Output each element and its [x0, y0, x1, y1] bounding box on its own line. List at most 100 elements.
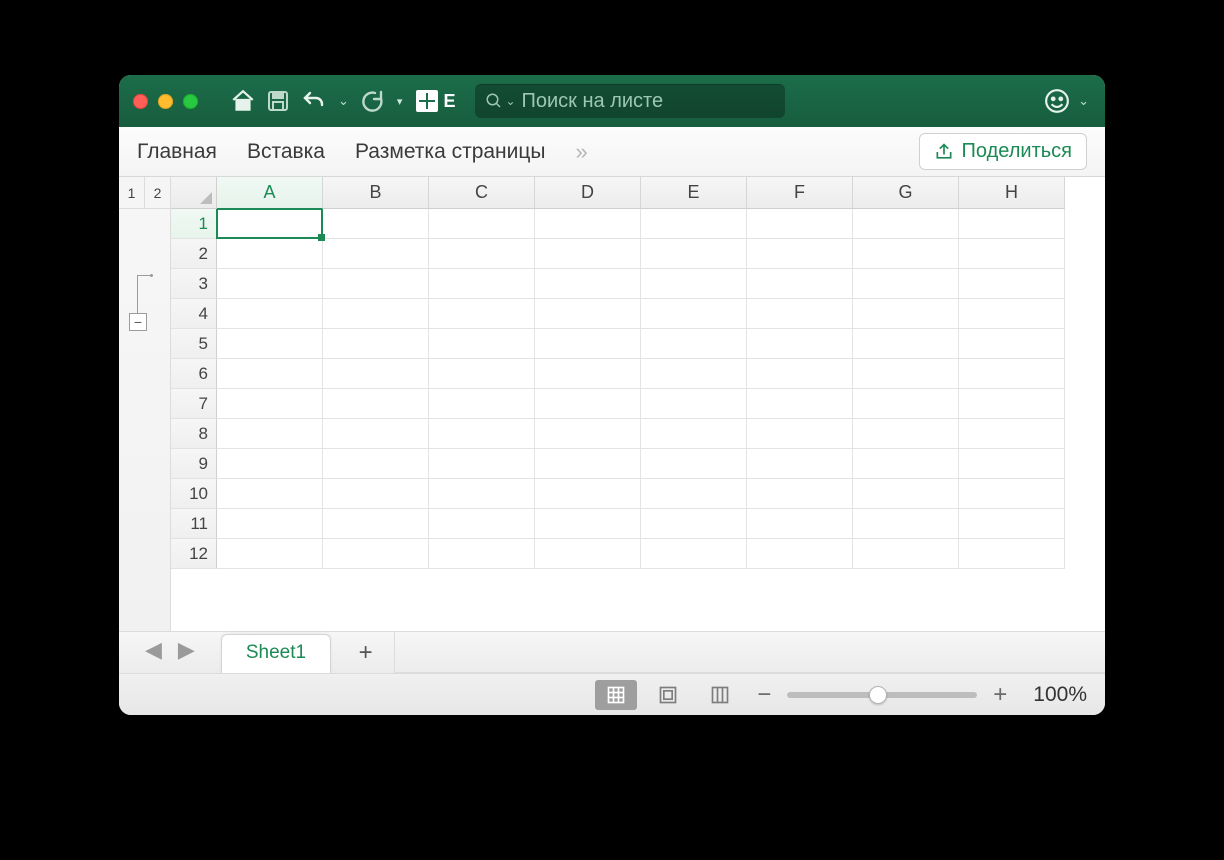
cell-H8[interactable] [959, 419, 1065, 449]
ribbon-tab-layout[interactable]: Разметка страницы [355, 140, 546, 164]
cell-E5[interactable] [641, 329, 747, 359]
column-header-G[interactable]: G [853, 177, 959, 209]
cell-B12[interactable] [323, 539, 429, 569]
zoom-in-button[interactable]: + [987, 681, 1013, 709]
cell-H11[interactable] [959, 509, 1065, 539]
cell-D12[interactable] [535, 539, 641, 569]
column-header-A[interactable]: A [217, 177, 323, 209]
cell-E3[interactable] [641, 269, 747, 299]
cell-E8[interactable] [641, 419, 747, 449]
cell-H3[interactable] [959, 269, 1065, 299]
cell-C8[interactable] [429, 419, 535, 449]
cell-D7[interactable] [535, 389, 641, 419]
cell-F9[interactable] [747, 449, 853, 479]
cell-F6[interactable] [747, 359, 853, 389]
row-header-11[interactable]: 11 [171, 509, 217, 539]
row-header-10[interactable]: 10 [171, 479, 217, 509]
cell-G3[interactable] [853, 269, 959, 299]
cell-F7[interactable] [747, 389, 853, 419]
cell-E11[interactable] [641, 509, 747, 539]
cell-G4[interactable] [853, 299, 959, 329]
row-header-4[interactable]: 4 [171, 299, 217, 329]
cell-G9[interactable] [853, 449, 959, 479]
view-page-break-button[interactable] [699, 680, 741, 710]
cell-C5[interactable] [429, 329, 535, 359]
cell-B8[interactable] [323, 419, 429, 449]
redo-icon[interactable] [361, 85, 385, 117]
ribbon-tab-insert[interactable]: Вставка [247, 140, 325, 164]
fullscreen-window-button[interactable] [183, 94, 198, 109]
cell-H12[interactable] [959, 539, 1065, 569]
cell-A3[interactable] [217, 269, 323, 299]
cell-G6[interactable] [853, 359, 959, 389]
row-header-6[interactable]: 6 [171, 359, 217, 389]
cell-A6[interactable] [217, 359, 323, 389]
column-header-B[interactable]: B [323, 177, 429, 209]
undo-icon[interactable] [300, 85, 326, 117]
view-normal-button[interactable] [595, 680, 637, 710]
cell-C2[interactable] [429, 239, 535, 269]
cell-B7[interactable] [323, 389, 429, 419]
cell-F12[interactable] [747, 539, 853, 569]
cell-E6[interactable] [641, 359, 747, 389]
cell-D1[interactable] [535, 209, 641, 239]
column-header-H[interactable]: H [959, 177, 1065, 209]
row-header-3[interactable]: 3 [171, 269, 217, 299]
sheet-nav-prev[interactable]: ◀ [137, 637, 170, 673]
cell-C11[interactable] [429, 509, 535, 539]
feedback-smiley-icon[interactable] [1044, 85, 1070, 117]
cell-C12[interactable] [429, 539, 535, 569]
cell-D9[interactable] [535, 449, 641, 479]
row-header-12[interactable]: 12 [171, 539, 217, 569]
sheet-tab-active[interactable]: Sheet1 [221, 634, 331, 673]
sheet-nav-next[interactable]: ▶ [170, 637, 203, 673]
cell-H2[interactable] [959, 239, 1065, 269]
cell-D8[interactable] [535, 419, 641, 449]
cell-G12[interactable] [853, 539, 959, 569]
share-button[interactable]: Поделиться [919, 133, 1087, 170]
cell-A5[interactable] [217, 329, 323, 359]
cell-B4[interactable] [323, 299, 429, 329]
cell-D11[interactable] [535, 509, 641, 539]
cell-A11[interactable] [217, 509, 323, 539]
cell-F3[interactable] [747, 269, 853, 299]
search-input[interactable] [522, 90, 787, 113]
cell-E1[interactable] [641, 209, 747, 239]
cell-B3[interactable] [323, 269, 429, 299]
cell-F4[interactable] [747, 299, 853, 329]
cell-C3[interactable] [429, 269, 535, 299]
column-header-C[interactable]: C [429, 177, 535, 209]
cell-E12[interactable] [641, 539, 747, 569]
cell-A10[interactable] [217, 479, 323, 509]
cell-E7[interactable] [641, 389, 747, 419]
sheet-search[interactable]: ⌄ [475, 84, 785, 118]
cell-D4[interactable] [535, 299, 641, 329]
cell-D6[interactable] [535, 359, 641, 389]
cell-D3[interactable] [535, 269, 641, 299]
home-icon[interactable] [230, 85, 256, 117]
view-page-layout-button[interactable] [647, 680, 689, 710]
cell-A4[interactable] [217, 299, 323, 329]
cell-G7[interactable] [853, 389, 959, 419]
zoom-slider-thumb[interactable] [869, 686, 887, 704]
feedback-dropdown-icon[interactable]: ⌄ [1076, 93, 1091, 109]
cell-A2[interactable] [217, 239, 323, 269]
row-header-1[interactable]: 1 [171, 209, 217, 239]
column-header-F[interactable]: F [747, 177, 853, 209]
cell-F2[interactable] [747, 239, 853, 269]
cell-C10[interactable] [429, 479, 535, 509]
cell-B6[interactable] [323, 359, 429, 389]
cell-C7[interactable] [429, 389, 535, 419]
cell-A8[interactable] [217, 419, 323, 449]
undo-dropdown-icon[interactable]: ⌄ [336, 93, 351, 109]
cell-H6[interactable] [959, 359, 1065, 389]
cell-H9[interactable] [959, 449, 1065, 479]
save-icon[interactable] [266, 85, 290, 117]
cell-A9[interactable] [217, 449, 323, 479]
close-window-button[interactable] [133, 94, 148, 109]
zoom-out-button[interactable]: − [751, 681, 777, 709]
cell-B1[interactable] [323, 209, 429, 239]
cell-H10[interactable] [959, 479, 1065, 509]
search-dropdown-icon[interactable]: ⌄ [505, 94, 515, 108]
outline-level-1[interactable]: 1 [119, 177, 145, 208]
